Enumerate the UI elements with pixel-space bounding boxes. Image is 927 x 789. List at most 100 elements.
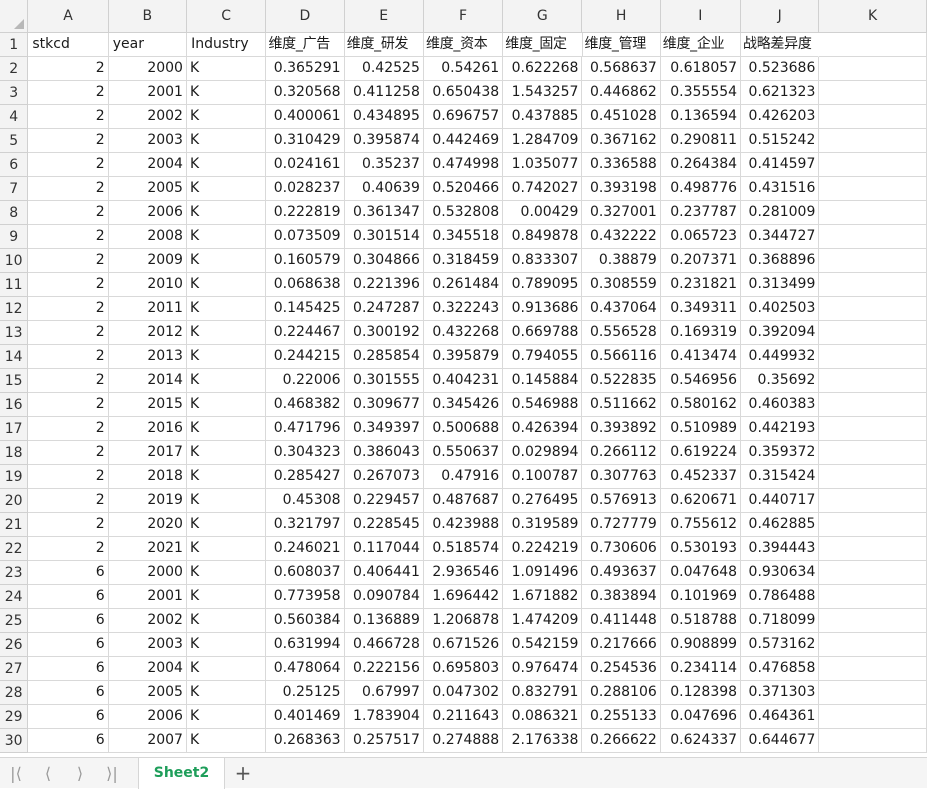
cell-d[interactable]: 0.222819 xyxy=(266,201,345,225)
cell-f[interactable]: 0.487687 xyxy=(423,489,504,513)
cell-b[interactable]: 2003 xyxy=(108,129,187,153)
cell-h[interactable]: 0.556528 xyxy=(582,321,661,345)
cell-i[interactable]: 0.546956 xyxy=(660,369,742,393)
cell-c[interactable]: K xyxy=(186,489,267,513)
cell-h[interactable]: 0.511662 xyxy=(582,393,661,417)
cell-f[interactable]: 0.47916 xyxy=(423,465,504,489)
cell-e[interactable]: 0.361347 xyxy=(344,201,424,225)
cell-c[interactable]: K xyxy=(186,417,267,441)
column-header-b[interactable]: B xyxy=(108,0,187,33)
cell-d[interactable]: 0.068638 xyxy=(266,273,345,297)
cell-a[interactable]: 2 xyxy=(28,105,109,129)
cell-f[interactable]: 0.432268 xyxy=(423,321,504,345)
cell-a[interactable]: 6 xyxy=(28,705,109,729)
cell-c[interactable]: K xyxy=(186,249,267,273)
cell-g[interactable]: 0.029894 xyxy=(503,441,583,465)
cell-a[interactable]: 2 xyxy=(28,417,109,441)
cell-b[interactable]: year xyxy=(108,33,188,57)
cell-g[interactable]: 0.622268 xyxy=(503,57,583,81)
cell-g[interactable]: 0.976474 xyxy=(503,657,583,681)
cell-b[interactable]: 2001 xyxy=(108,81,187,105)
cell-e[interactable]: 0.349397 xyxy=(344,417,424,441)
cell-a[interactable]: 2 xyxy=(28,273,109,297)
cell-k[interactable] xyxy=(819,33,927,57)
cell-g[interactable]: 0.833307 xyxy=(503,249,583,273)
cell-h[interactable]: 0.288106 xyxy=(582,681,661,705)
cell-d[interactable]: 0.401469 xyxy=(266,705,345,729)
cell-a[interactable]: 6 xyxy=(28,657,109,681)
cell-h[interactable]: 0.393198 xyxy=(582,177,661,201)
cell-a[interactable]: 6 xyxy=(28,729,109,753)
cell-e[interactable]: 0.136889 xyxy=(344,609,424,633)
cell-k[interactable] xyxy=(819,729,927,753)
spreadsheet-grid[interactable]: ABCDEFGHIJK 1 stkcd year Industry 维度_广告 维度_研发… xyxy=(0,0,927,757)
cell-a[interactable]: 2 xyxy=(28,57,109,81)
cell-j[interactable]: 0.344727 xyxy=(741,225,820,249)
cell-h[interactable]: 0.451028 xyxy=(582,105,661,129)
cell-j[interactable]: 0.431516 xyxy=(741,177,820,201)
cell-h[interactable]: 0.38879 xyxy=(582,249,661,273)
cell-j[interactable]: 0.460383 xyxy=(741,393,820,417)
cell-d[interactable]: 0.471796 xyxy=(266,417,345,441)
cell-f[interactable]: 0.518574 xyxy=(423,537,504,561)
row-header[interactable]: 25 xyxy=(0,609,29,633)
cell-d[interactable]: 0.631994 xyxy=(266,633,345,657)
cell-c[interactable]: K xyxy=(186,273,267,297)
last-sheet-icon[interactable]: ⟩| xyxy=(96,758,128,789)
cell-a[interactable]: 2 xyxy=(28,177,109,201)
cell-h[interactable]: 0.411448 xyxy=(582,609,661,633)
cell-j[interactable]: 0.392094 xyxy=(741,321,820,345)
cell-i[interactable]: 0.169319 xyxy=(660,321,742,345)
cell-j[interactable]: 0.313499 xyxy=(741,273,820,297)
row-header[interactable]: 2 xyxy=(0,57,29,81)
cell-e[interactable]: 维度_研发 xyxy=(344,33,424,57)
cell-e[interactable]: 0.395874 xyxy=(344,129,424,153)
cell-a[interactable]: 2 xyxy=(28,537,109,561)
cell-j[interactable]: 0.462885 xyxy=(741,513,820,537)
cell-f[interactable]: 1.206878 xyxy=(423,609,504,633)
row-header[interactable]: 23 xyxy=(0,561,29,585)
cell-a[interactable]: 2 xyxy=(28,249,109,273)
cell-k[interactable] xyxy=(819,105,927,129)
cell-d[interactable]: 0.073509 xyxy=(266,225,345,249)
cell-e[interactable]: 0.228545 xyxy=(344,513,424,537)
cell-g[interactable]: 1.474209 xyxy=(503,609,583,633)
cell-f[interactable]: 0.695803 xyxy=(423,657,504,681)
cell-b[interactable]: 2000 xyxy=(108,561,187,585)
cell-f[interactable]: 0.532808 xyxy=(423,201,504,225)
cell-i[interactable]: 0.620671 xyxy=(660,489,742,513)
column-header-c[interactable]: C xyxy=(186,0,267,33)
cell-b[interactable]: 2008 xyxy=(108,225,187,249)
cell-g[interactable]: 0.669788 xyxy=(503,321,583,345)
cell-d[interactable]: 0.560384 xyxy=(266,609,345,633)
cell-a[interactable]: 2 xyxy=(28,297,109,321)
row-header[interactable]: 9 xyxy=(0,225,29,249)
cell-g[interactable]: 2.176338 xyxy=(503,729,583,753)
cell-f[interactable]: 0.671526 xyxy=(423,633,504,657)
cell-h[interactable]: 0.255133 xyxy=(582,705,661,729)
cell-g[interactable]: 0.542159 xyxy=(503,633,583,657)
cell-g[interactable]: 1.543257 xyxy=(503,81,583,105)
cell-j[interactable]: 0.35692 xyxy=(741,369,820,393)
cell-d[interactable]: 0.321797 xyxy=(266,513,345,537)
cell-c[interactable]: K xyxy=(186,369,267,393)
cell-k[interactable] xyxy=(819,417,927,441)
cell-j[interactable]: 0.442193 xyxy=(741,417,820,441)
cell-k[interactable] xyxy=(819,345,927,369)
cell-c[interactable]: K xyxy=(186,609,267,633)
cell-f[interactable]: 0.322243 xyxy=(423,297,504,321)
cell-k[interactable] xyxy=(819,201,927,225)
row-header[interactable]: 14 xyxy=(0,345,29,369)
cell-h[interactable]: 0.254536 xyxy=(582,657,661,681)
cell-c[interactable]: K xyxy=(186,297,267,321)
sheet-tab-active[interactable]: Sheet2 xyxy=(138,757,225,789)
cell-k[interactable] xyxy=(819,129,927,153)
cell-j[interactable]: 0.440717 xyxy=(741,489,820,513)
cell-f[interactable]: 0.54261 xyxy=(423,57,504,81)
cell-k[interactable] xyxy=(819,177,927,201)
cell-k[interactable] xyxy=(819,489,927,513)
row-header[interactable]: 21 xyxy=(0,513,29,537)
cell-g[interactable]: 0.742027 xyxy=(503,177,583,201)
cell-b[interactable]: 2000 xyxy=(108,57,187,81)
cell-g[interactable]: 1.284709 xyxy=(503,129,583,153)
